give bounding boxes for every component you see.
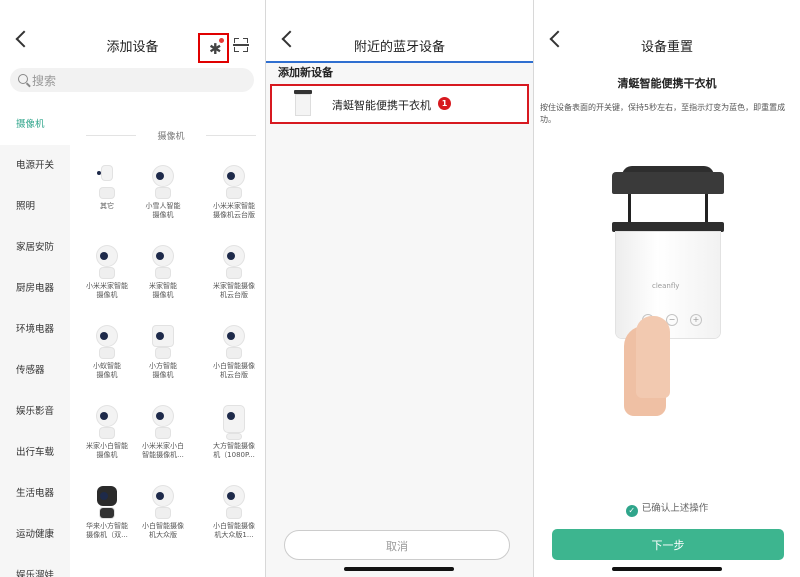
device-grid-item[interactable]: 大方智能摄像 机（1080P... [205,406,263,460]
category-item[interactable]: 生活电器 [0,473,70,514]
device-label: 小白智能摄像 机大众版 [142,522,184,539]
next-label: 下一步 [651,539,685,552]
device-label: 大方智能摄像 机（1080P... [213,442,255,459]
bluetooth-device-item[interactable]: 清蜓智能便携干衣机 1 [270,84,529,124]
reset-instructions: 按住设备表面的开关键，保持5秒左右，至指示灯变为蓝色，即重置成功。 [540,103,786,124]
device-label: 小米米家智能 摄像机云台版 [213,202,255,219]
brand-logo: cleanfly [652,282,680,290]
search-icon [18,74,28,84]
device-label: 小米米家小白 智能摄像机... [142,442,184,459]
category-item[interactable]: 娱乐影音 [0,391,70,432]
category-item[interactable]: 传感器 [0,350,70,391]
device-grid-item[interactable]: 小方智能 摄像机 [134,326,192,380]
section-title: 摄像机 [86,129,256,142]
category-item[interactable]: 娱乐溜娃 [0,555,70,577]
device-reset-panel: 设备重置 清蜓智能便携干衣机 按住设备表面的开关键，保持5秒左右，至指示灯变为蓝… [534,0,800,577]
device-label: 米家智能 摄像机 [149,282,177,299]
device-grid-item[interactable]: 米家智能摄像 机云台版 [205,246,263,300]
device-grid-item[interactable]: 米家智能 摄像机 [134,246,192,300]
category-item[interactable]: 摄像机 [0,104,70,145]
scan-icon[interactable] [233,38,249,52]
device-label: 小白智能摄像 机云台版 [213,362,255,379]
bluetooth-button[interactable]: ✱ [198,33,229,63]
category-item[interactable]: 厨房电器 [0,268,70,309]
camera-icon [221,406,247,440]
camera-icon [94,486,120,520]
search-placeholder: 搜索 [32,74,57,88]
page-title: 设备重置 [640,40,693,55]
device-grid-item[interactable]: 小蚁智能 摄像机 [78,326,136,380]
device-label: 米家小白智能 摄像机 [86,442,128,459]
plus-button-graphic: + [690,314,702,326]
nearby-bluetooth-panel: 附近的蓝牙设备 添加新设备 清蜓智能便携干衣机 1 取消 [266,0,533,577]
camera-icon [94,166,120,200]
camera-icon [94,406,120,440]
device-grid-item[interactable]: 小米米家智能 摄像机 [78,246,136,300]
check-icon: ✓ [625,505,638,517]
count-badge: 1 [438,97,451,110]
camera-icon [94,326,120,360]
home-indicator [612,567,722,571]
section-title: 添加新设备 [278,66,333,79]
device-label: 小白智能摄像 机大众版1... [213,522,255,539]
device-grid-item[interactable]: 小米米家智能 摄像机云台版 [205,166,263,220]
camera-icon [221,166,247,200]
camera-icon [150,406,176,440]
device-label: 其它 [100,202,114,210]
search-input[interactable]: 搜索 [10,68,254,92]
cancel-label: 取消 [386,540,408,553]
category-item[interactable]: 电源开关 [0,145,70,186]
category-item[interactable]: 照明 [0,186,70,227]
dryer-thumbnail [294,90,312,118]
header: 添加设备 ✱ [0,0,265,64]
confirm-checkbox[interactable]: ✓ 已确认上述操作 [534,500,800,517]
category-item[interactable]: 出行车载 [0,432,70,473]
device-grid-item[interactable]: 华来小方智能 摄像机（双... [78,486,136,540]
camera-icon [221,326,247,360]
device-label: 小方智能 摄像机 [149,362,177,379]
device-grid-item[interactable]: 小雪人智能 摄像机 [134,166,192,220]
header: 附近的蓝牙设备 [266,0,533,63]
device-grid-item[interactable]: 米家小白智能 摄像机 [78,406,136,460]
device-label: 小蚁智能 摄像机 [93,362,121,379]
camera-icon [150,486,176,520]
category-item[interactable]: 环境电器 [0,309,70,350]
notification-dot [219,38,224,43]
header: 设备重置 [534,0,800,64]
camera-icon [150,166,176,200]
device-grid-item[interactable]: 小米米家小白 智能摄像机... [134,406,192,460]
confirm-label: 已确认上述操作 [641,503,709,514]
device-label: 华来小方智能 摄像机（双... [86,522,128,539]
category-item[interactable]: 运动健康 [0,514,70,555]
device-label: 小雪人智能 摄像机 [145,202,181,219]
device-grid-item[interactable]: 其它 [78,166,136,211]
camera-icon [221,486,247,520]
device-label: 米家智能摄像 机云台版 [213,282,255,299]
camera-icon [150,246,176,280]
device-title: 清蜓智能便携干衣机 [617,77,717,90]
category-item[interactable]: 家居安防 [0,227,70,268]
category-sidebar: 摄像机 电源开关 照明 家居安防 厨房电器 环境电器 传感器 娱乐影音 出行车载 生活电器 运动健康… [0,104,70,577]
cancel-button[interactable]: 取消 [284,530,510,560]
device-grid-item[interactable]: 小白智能摄像 机大众版 [134,486,192,540]
dryer-illustration: cleanfly − + [612,166,728,398]
device-grid-item[interactable]: 小白智能摄像 机大众版1... [205,486,263,540]
home-indicator [344,567,454,571]
add-device-panel: 添加设备 ✱ 搜索 摄像机 电源开关 照明 家居安防 厨房电器 环境电器 传感器 娱乐影音 出行… [0,0,265,577]
finger-illustration [636,316,670,398]
device-grid-item[interactable]: 小白智能摄像 机云台版 [205,326,263,380]
camera-icon [150,326,176,360]
camera-icon [94,246,120,280]
next-button[interactable]: 下一步 [552,529,784,560]
page-title: 附近的蓝牙设备 [353,40,445,55]
camera-icon [221,246,247,280]
device-label: 小米米家智能 摄像机 [86,282,128,299]
device-name: 清蜓智能便携干衣机 [332,99,431,112]
